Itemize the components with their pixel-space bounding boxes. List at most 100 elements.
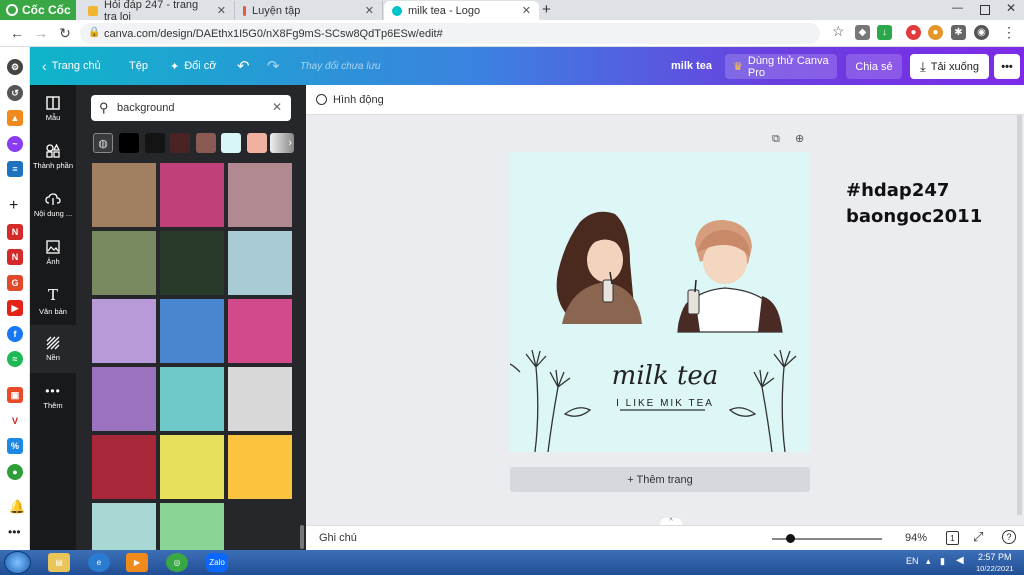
- more-options-button[interactable]: •••: [994, 54, 1020, 79]
- background-tile[interactable]: [228, 231, 292, 295]
- rail-item-uploads[interactable]: Nội dung ...: [30, 181, 76, 229]
- color-swatch[interactable]: [246, 133, 267, 153]
- coccoc-menu-button[interactable]: Cốc Cốc: [0, 0, 76, 20]
- background-tile[interactable]: [92, 367, 156, 431]
- internet-explorer-icon[interactable]: e: [88, 553, 110, 572]
- volume-icon[interactable]: ◀: [956, 555, 964, 566]
- network-icon[interactable]: ▮: [940, 556, 945, 567]
- media-player-icon[interactable]: ▶: [126, 553, 148, 572]
- browser-menu-icon[interactable]: ⋮: [1002, 24, 1016, 41]
- color-swatch[interactable]: [144, 133, 165, 153]
- settings-gear-icon[interactable]: ⚙: [7, 59, 23, 75]
- map-pin-icon[interactable]: ●: [7, 464, 23, 480]
- clock[interactable]: 2:57 PM 10/22/2021: [976, 552, 1014, 574]
- rail-item-photos[interactable]: Ảnh: [30, 229, 76, 277]
- design-page[interactable]: milk tea I LIKE MIK TEA: [510, 152, 810, 452]
- rail-item-templates[interactable]: Mẫu: [30, 85, 76, 133]
- vtv-icon[interactable]: V: [7, 413, 23, 429]
- background-tile[interactable]: [228, 299, 292, 363]
- redo-icon[interactable]: ↷: [267, 47, 280, 85]
- undo-icon[interactable]: ↶: [237, 47, 250, 85]
- puzzle-extension-icon[interactable]: ✱: [951, 25, 966, 40]
- messenger-icon[interactable]: ~: [7, 136, 23, 152]
- duplicate-page-icon[interactable]: ⧉: [772, 133, 780, 146]
- rail-item-background[interactable]: Nền: [30, 325, 76, 373]
- animate-icon[interactable]: [316, 94, 327, 105]
- clear-search-icon[interactable]: ✕: [272, 100, 282, 114]
- zoom-level[interactable]: 94%: [905, 532, 927, 544]
- start-button-icon[interactable]: [4, 551, 31, 574]
- forward-arrow-icon[interactable]: →: [32, 24, 50, 42]
- color-swatch[interactable]: [119, 133, 139, 153]
- zoom-slider-handle[interactable]: [786, 534, 795, 543]
- minimize-icon[interactable]: —: [952, 2, 963, 14]
- background-tile[interactable]: [92, 163, 156, 227]
- close-icon[interactable]: ✕: [365, 4, 374, 17]
- close-icon[interactable]: ✕: [522, 4, 531, 17]
- background-tile[interactable]: [160, 435, 224, 499]
- background-tile[interactable]: [228, 163, 292, 227]
- add-page-button[interactable]: + Thêm trang: [510, 467, 810, 492]
- background-search-input[interactable]: ⚲ background ✕: [91, 95, 291, 121]
- rail-item-elements[interactable]: Thành phần: [30, 133, 76, 181]
- color-swatch[interactable]: [221, 133, 241, 153]
- workspace-scrollbar[interactable]: [1017, 115, 1022, 515]
- facebook-icon[interactable]: f: [7, 326, 23, 342]
- add-sidebar-plus-icon[interactable]: +: [9, 197, 18, 215]
- document-title[interactable]: milk tea: [671, 47, 712, 85]
- file-menu-button[interactable]: Tệp: [129, 47, 148, 85]
- tray-arrow-icon[interactable]: ▴: [926, 556, 931, 567]
- color-swatch[interactable]: [170, 133, 190, 153]
- color-extension-icon[interactable]: ●: [928, 25, 943, 40]
- file-explorer-icon[interactable]: ▤: [48, 553, 70, 572]
- animate-button[interactable]: Hình động: [333, 94, 384, 106]
- sale-icon[interactable]: %: [7, 438, 23, 454]
- rail-item-more[interactable]: ••• Thêm: [30, 373, 76, 421]
- coccoc-game-icon[interactable]: ▲: [7, 110, 23, 126]
- new-tab-plus-icon[interactable]: +: [542, 1, 551, 18]
- url-bar[interactable]: 🔒 canva.com/design/DAEthx1I5G0/nX8Fg9mS-…: [80, 23, 820, 44]
- background-tile[interactable]: [160, 299, 224, 363]
- sidebar-more-icon[interactable]: •••: [8, 525, 21, 539]
- notes-button[interactable]: Ghi chú: [319, 532, 357, 544]
- color-swatch[interactable]: [195, 133, 216, 153]
- news-n2-icon[interactable]: N: [7, 249, 23, 265]
- notification-bell-icon[interactable]: 🔔: [9, 499, 25, 515]
- shopping-icon[interactable]: ▣: [7, 387, 23, 403]
- close-icon[interactable]: ✕: [217, 4, 226, 17]
- page-count-button[interactable]: 1: [946, 531, 959, 545]
- rail-item-text[interactable]: T Văn bản: [30, 277, 76, 325]
- shield-extension-icon[interactable]: ◆: [855, 25, 870, 40]
- add-page-icon[interactable]: ⊕: [795, 132, 804, 145]
- download-extension-icon[interactable]: ↓: [877, 25, 892, 40]
- share-button[interactable]: Chia sẻ: [846, 54, 902, 79]
- background-tile[interactable]: [92, 299, 156, 363]
- youtube-icon[interactable]: ▶: [7, 300, 23, 316]
- tab-hoidap[interactable]: Hỏi đáp 247 - trang tra loi ✕: [80, 0, 235, 23]
- maximize-icon[interactable]: [980, 5, 990, 15]
- background-tile[interactable]: [160, 163, 224, 227]
- help-icon[interactable]: ?: [1002, 530, 1016, 544]
- panel-scrollbar[interactable]: [300, 525, 304, 549]
- bookmark-star-icon[interactable]: ☆: [832, 23, 845, 40]
- resize-button[interactable]: ✦ Đổi cỡ: [170, 47, 217, 85]
- background-tile[interactable]: [228, 435, 292, 499]
- background-tile[interactable]: [92, 231, 156, 295]
- download-button[interactable]: ⤓ Tải xuống: [910, 54, 989, 79]
- try-pro-button[interactable]: ♛ Dùng thử Canva Pro: [725, 54, 837, 79]
- tab-luyentap[interactable]: Luyện tập ✕: [235, 1, 383, 20]
- swatch-next-chevron-icon[interactable]: ›: [270, 133, 294, 153]
- adblock-extension-icon[interactable]: ●: [906, 25, 921, 40]
- language-indicator[interactable]: EN: [906, 556, 919, 566]
- background-tile[interactable]: [228, 367, 292, 431]
- news-n-icon[interactable]: N: [7, 224, 23, 240]
- window-close-icon[interactable]: ✕: [1006, 1, 1016, 15]
- tab-milktea[interactable]: milk tea - Logo ✕: [384, 1, 539, 20]
- zalo-icon[interactable]: Zalo: [206, 553, 228, 572]
- reload-icon[interactable]: ↻: [56, 24, 74, 42]
- g-app-icon[interactable]: G: [7, 275, 23, 291]
- back-arrow-icon[interactable]: ←: [8, 24, 26, 42]
- background-tile[interactable]: [92, 435, 156, 499]
- coccoc-taskbar-icon[interactable]: ◎: [166, 553, 188, 572]
- background-tile[interactable]: [160, 231, 224, 295]
